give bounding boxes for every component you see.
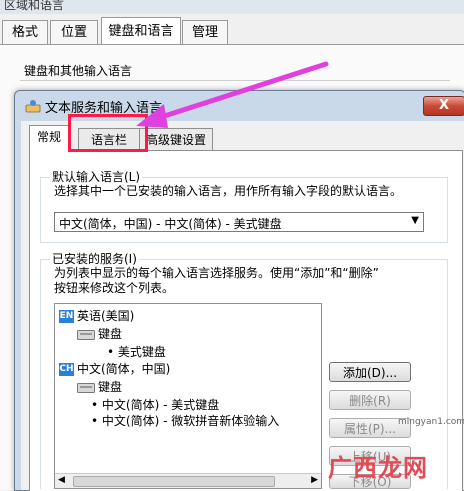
dropdown-arrow-icon: ▼ (411, 215, 419, 226)
default-language-description: 选择其中一个已安装的输入语言，用作所有输入字段的默认语言。 (54, 184, 403, 198)
background-group-label: 键盘和其他输入语言 (24, 64, 133, 78)
pointer-arrow (136, 61, 329, 128)
group-border-right (447, 177, 448, 242)
tree-item-chinese-simplified[interactable]: CH 中文(简体，中国) (59, 360, 170, 377)
tree-item-keyboard[interactable]: 键盘 (77, 325, 122, 342)
group-border-left (40, 177, 41, 242)
default-language-value: 中文(简体，中国) - 中文(简体) - 美式键盘 (59, 217, 282, 231)
tree-item-chinese-us-keyboard[interactable]: • 中文(简体) - 美式键盘 (91, 396, 219, 413)
tree-item-label: 英语(美国) (77, 309, 135, 323)
installed-services-tree[interactable]: EN 英语(美国) 键盘 • 美式键盘 CH 中文(简体，中国) 键盘 • 中文(简… (54, 303, 322, 489)
background-window-title: 区域和语言 (4, 0, 65, 12)
default-language-select[interactable]: 中文(简体，中国) - 中文(简体) - 美式键盘 ▼ (54, 212, 424, 232)
tab-keyboards-languages[interactable]: 键盘和语言 (101, 17, 181, 46)
installed-services-description-line2: 按钮来修改这个列表。 (54, 281, 175, 295)
tree-item-label: • 中文(简体) - 美式键盘 (91, 398, 220, 412)
horizontal-scrollbar[interactable]: ◀ ▶ (55, 473, 321, 488)
scroll-left-icon[interactable]: ◀ (58, 475, 65, 485)
tree-item-label: • 美式键盘 (107, 345, 166, 359)
tree-item-label: 键盘 (98, 380, 123, 394)
language-badge-icon: CH (59, 363, 74, 376)
tab-administrative[interactable]: 管理 (182, 20, 228, 45)
close-icon: X (438, 98, 450, 113)
scrollbar-thumb[interactable] (73, 476, 275, 487)
remove-button[interactable]: 删除(R) (329, 390, 411, 410)
tree-item-microsoft-pinyin[interactable]: • 中文(简体) - 微软拼音新体验输入 (91, 412, 279, 429)
tab-label: 键盘和语言 (108, 24, 174, 39)
text-services-icon (25, 100, 41, 113)
tree-item-label: 中文(简体，中国) (77, 362, 171, 376)
tree-item-us-keyboard[interactable]: • 美式键盘 (107, 343, 166, 360)
scroll-right-icon[interactable]: ▶ (311, 475, 318, 485)
installed-services-description-line1: 为列表中显示的每个输入语言选择服务。使用“添加”和“删除” (54, 266, 379, 280)
group-border-bottom (40, 242, 448, 243)
add-button[interactable]: 添加(D)... (329, 362, 411, 382)
tab-label: 管理 (191, 25, 218, 40)
group-border-left (40, 259, 41, 489)
close-button[interactable]: X (423, 96, 464, 116)
tree-item-label: 键盘 (98, 327, 123, 341)
tree-item-keyboard[interactable]: 键盘 (77, 378, 122, 395)
keyboard-icon (77, 329, 95, 340)
installed-services-label: 已安装的服务(I) (50, 250, 139, 267)
watermark-logo: 广西龙网 (328, 454, 428, 482)
default-language-label: 默认输入语言(L) (50, 168, 143, 185)
tab-location[interactable]: 位置 (50, 20, 98, 45)
tab-label: 格式 (11, 25, 38, 40)
tab-label: 位置 (60, 25, 87, 40)
tree-item-english-us[interactable]: EN 英语(美国) (59, 307, 134, 324)
keyboard-icon (77, 382, 95, 393)
language-badge-icon: EN (59, 310, 74, 323)
tree-item-label: • 中文(简体) - 微软拼音新体验输入 (91, 414, 280, 428)
tab-format[interactable]: 格式 (2, 20, 48, 45)
watermark-site: mingyan1.com (398, 417, 464, 427)
group-border-right (447, 259, 448, 489)
background-window-titlebar: 区域和语言 (0, 0, 464, 14)
tab-label: 常规 (36, 130, 61, 144)
tab-general[interactable]: 常规 (29, 125, 69, 152)
